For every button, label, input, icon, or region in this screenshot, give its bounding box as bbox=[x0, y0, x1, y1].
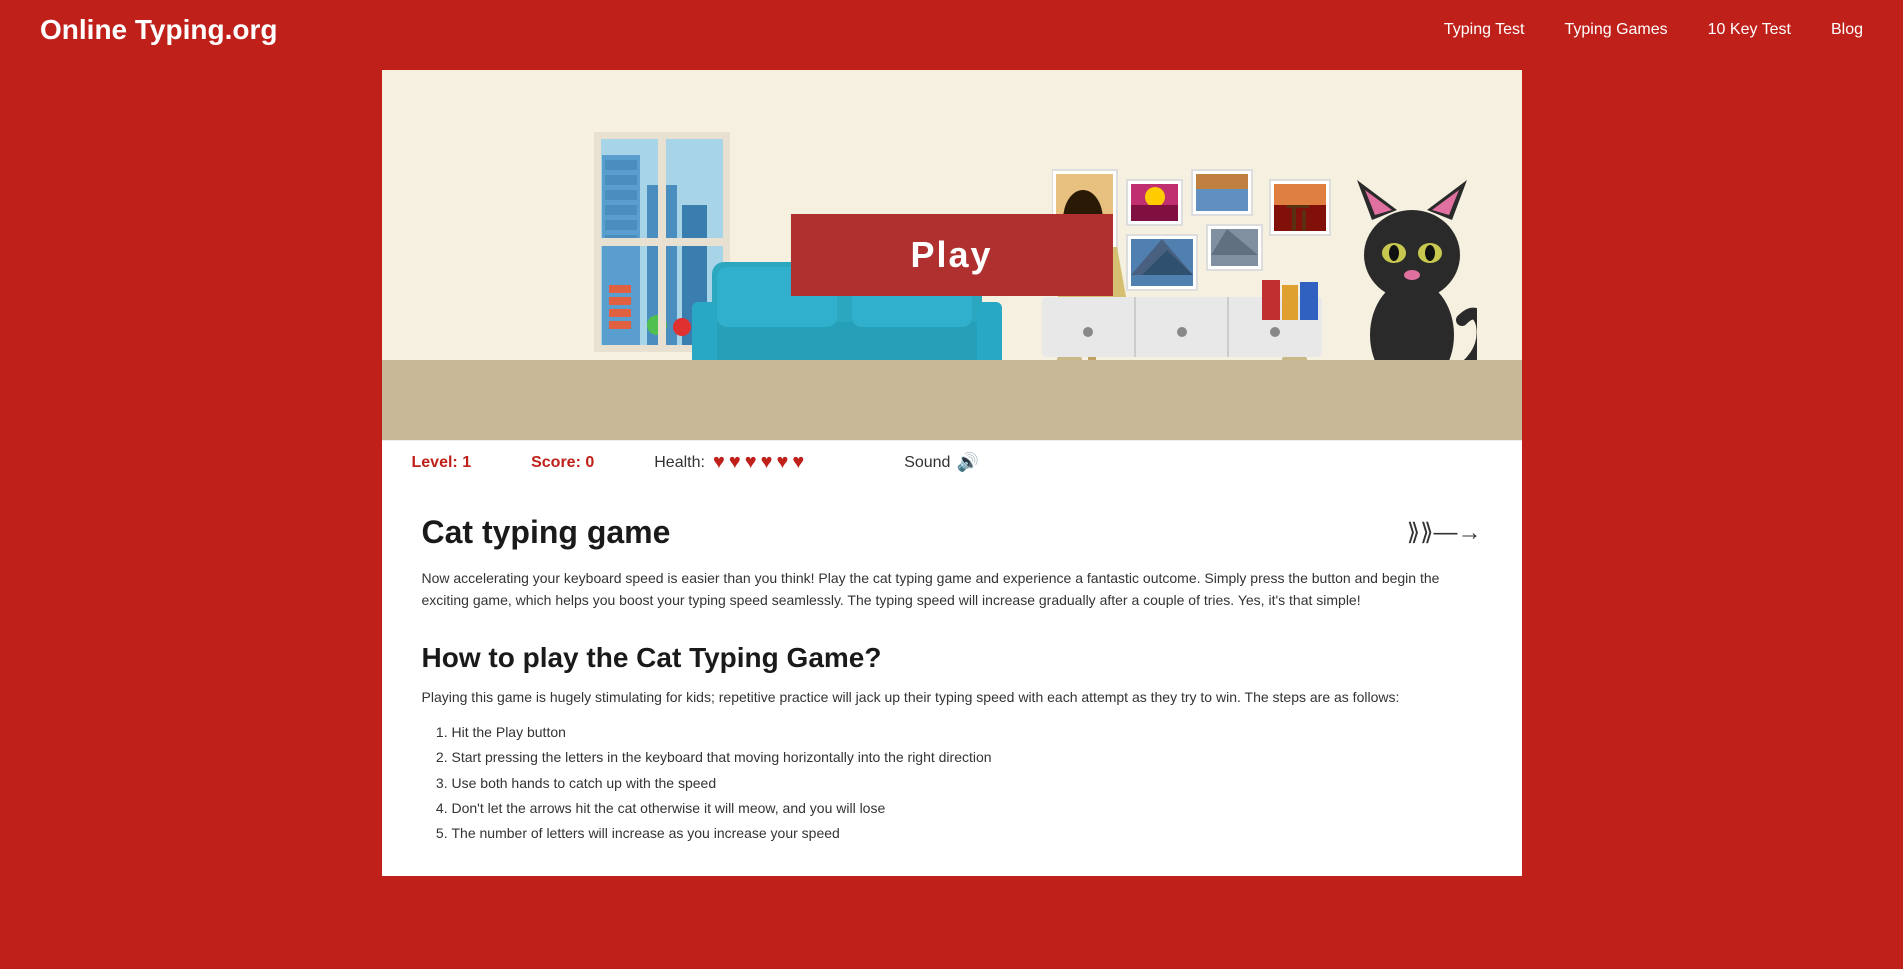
level-text: Level: 1 bbox=[412, 454, 472, 472]
health-area: Health: ♥ ♥ ♥ ♥ ♥ ♥ bbox=[654, 451, 804, 474]
heart-6: ♥ bbox=[792, 451, 804, 474]
sound-icon[interactable]: 🔊 bbox=[956, 452, 978, 473]
content-header: Cat typing game ⟫⟫—→ bbox=[422, 514, 1482, 551]
sound-label: Sound bbox=[904, 454, 950, 472]
heart-1: ♥ bbox=[713, 451, 725, 474]
heart-2: ♥ bbox=[729, 451, 741, 474]
books bbox=[1262, 270, 1322, 320]
nav-typing-test[interactable]: Typing Test bbox=[1444, 21, 1525, 39]
step-1: Hit the Play button bbox=[452, 720, 1482, 745]
main-container: Play Level: 1 Score: 0 Health: ♥ ♥ ♥ ♥ ♥… bbox=[382, 70, 1522, 876]
logo[interactable]: Online Typing.org bbox=[40, 14, 277, 46]
room-scene: Play bbox=[382, 70, 1522, 440]
play-button[interactable]: Play bbox=[790, 214, 1112, 296]
how-to-intro: Playing this game is hugely stimulating … bbox=[422, 686, 1482, 708]
how-to-title: How to play the Cat Typing Game? bbox=[422, 642, 1482, 674]
score-text: Score: 0 bbox=[531, 454, 594, 472]
nav-typing-games[interactable]: Typing Games bbox=[1565, 21, 1668, 39]
health-label: Health: bbox=[654, 454, 705, 472]
heart-3: ♥ bbox=[745, 451, 757, 474]
nav-blog[interactable]: Blog bbox=[1831, 21, 1863, 39]
heart-4: ♥ bbox=[761, 451, 773, 474]
game-area: Play bbox=[382, 70, 1522, 440]
steps-list: Hit the Play button Start pressing the l… bbox=[422, 720, 1482, 846]
nav-10-key-test[interactable]: 10 Key Test bbox=[1708, 21, 1791, 39]
status-bar: Level: 1 Score: 0 Health: ♥ ♥ ♥ ♥ ♥ ♥ So… bbox=[382, 440, 1522, 484]
step-4: Don't let the arrows hit the cat otherwi… bbox=[452, 796, 1482, 821]
content-area: Cat typing game ⟫⟫—→ Now accelerating yo… bbox=[382, 484, 1522, 876]
step-5: The number of letters will increase as y… bbox=[452, 821, 1482, 846]
play-button-container: Play bbox=[790, 214, 1112, 296]
sound-area: Sound 🔊 bbox=[904, 452, 979, 473]
game-title: Cat typing game bbox=[422, 514, 671, 551]
heart-5: ♥ bbox=[776, 451, 788, 474]
floor bbox=[382, 360, 1522, 440]
game-description: Now accelerating your keyboard speed is … bbox=[422, 567, 1482, 612]
nav: Typing Test Typing Games 10 Key Test Blo… bbox=[1444, 21, 1863, 39]
header: Online Typing.org Typing Test Typing Gam… bbox=[0, 0, 1903, 60]
step-2: Start pressing the letters in the keyboa… bbox=[452, 745, 1482, 770]
hearts: ♥ ♥ ♥ ♥ ♥ ♥ bbox=[713, 451, 804, 474]
step-3: Use both hands to catch up with the spee… bbox=[452, 771, 1482, 796]
next-arrow-icon[interactable]: ⟫⟫—→ bbox=[1407, 518, 1482, 547]
